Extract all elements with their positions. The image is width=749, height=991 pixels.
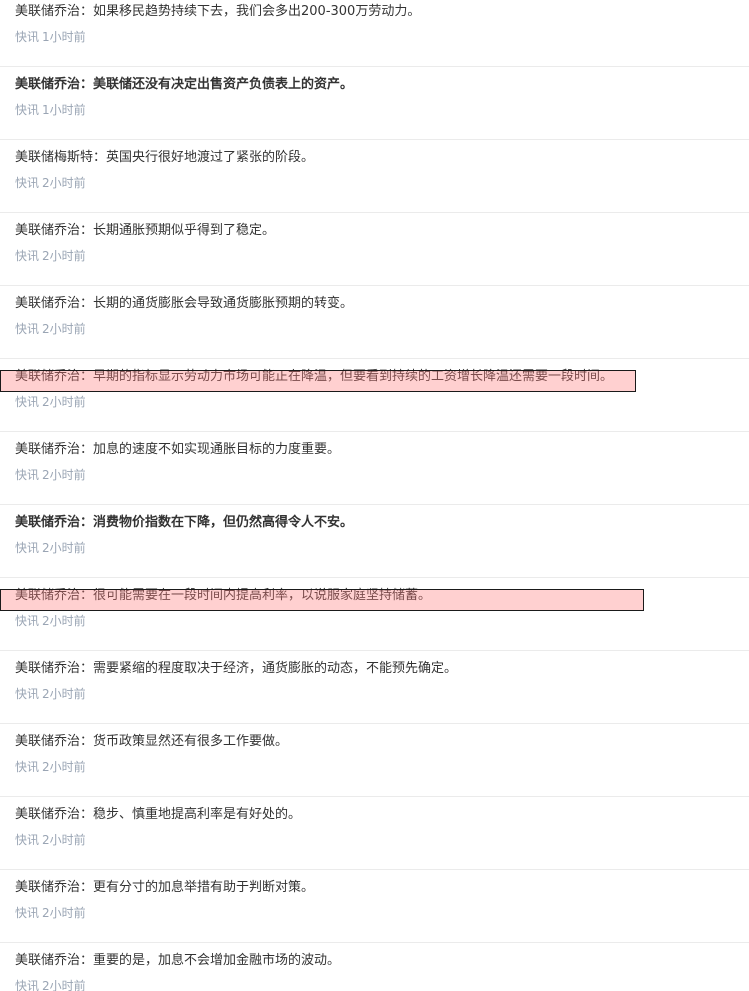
news-item: 美联储乔治：重要的是，加息不会增加金融市场的波动。 快讯 2小时前	[0, 943, 749, 991]
news-time: 2小时前	[42, 614, 86, 628]
news-headline[interactable]: 美联储梅斯特：英国央行很好地渡过了紧张的阶段。	[15, 149, 749, 167]
news-meta: 快讯 2小时前	[15, 686, 749, 702]
news-headline[interactable]: 美联储乔治：更有分寸的加息举措有助于判断对策。	[15, 879, 749, 897]
news-time: 2小时前	[42, 979, 86, 991]
news-meta: 快讯 2小时前	[15, 321, 749, 337]
news-meta: 快讯 2小时前	[15, 905, 749, 921]
news-tag: 快讯	[15, 468, 40, 482]
news-headline[interactable]: 美联储乔治：美联储还没有决定出售资产负债表上的资产。	[15, 76, 749, 94]
news-item: 美联储乔治：长期的通货膨胀会导致通货膨胀预期的转变。 快讯 2小时前	[0, 286, 749, 359]
news-meta: 快讯 2小时前	[15, 175, 749, 191]
news-meta: 快讯 1小时前	[15, 29, 749, 45]
news-meta: 快讯 2小时前	[15, 832, 749, 848]
news-meta: 快讯 2小时前	[15, 394, 749, 410]
news-time: 1小时前	[42, 103, 86, 117]
news-time: 2小时前	[42, 322, 86, 336]
news-meta: 快讯 2小时前	[15, 759, 749, 775]
news-time: 2小时前	[42, 249, 86, 263]
news-feed: 美联储乔治：如果移民趋势持续下去，我们会多出200-300万劳动力。 快讯 1小时…	[0, 0, 749, 991]
news-meta: 快讯 2小时前	[15, 613, 749, 629]
news-time: 2小时前	[42, 468, 86, 482]
news-time: 2小时前	[42, 395, 86, 409]
news-headline[interactable]: 美联储乔治：加息的速度不如实现通胀目标的力度重要。	[15, 441, 749, 459]
news-item: 美联储梅斯特：英国央行很好地渡过了紧张的阶段。 快讯 2小时前	[0, 140, 749, 213]
news-item: 美联储乔治：消费物价指数在下降，但仍然高得令人不安。 快讯 2小时前	[0, 505, 749, 578]
news-headline[interactable]: 美联储乔治：货币政策显然还有很多工作要做。	[15, 733, 749, 751]
news-time: 2小时前	[42, 833, 86, 847]
news-headline[interactable]: 美联储乔治：如果移民趋势持续下去，我们会多出200-300万劳动力。	[15, 3, 749, 21]
news-item: 美联储乔治：很可能需要在一段时间内提高利率，以说服家庭坚持储蓄。 快讯 2小时前	[0, 578, 749, 651]
news-item: 美联储乔治：早期的指标显示劳动力市场可能正在降温，但要看到持续的工资增长降温还需…	[0, 359, 749, 432]
news-time: 2小时前	[42, 906, 86, 920]
news-tag: 快讯	[15, 176, 40, 190]
news-item: 美联储乔治：长期通胀预期似乎得到了稳定。 快讯 2小时前	[0, 213, 749, 286]
news-tag: 快讯	[15, 103, 40, 117]
news-time: 2小时前	[42, 541, 86, 555]
news-tag: 快讯	[15, 395, 40, 409]
news-tag: 快讯	[15, 322, 40, 336]
news-item: 美联储乔治：货币政策显然还有很多工作要做。 快讯 2小时前	[0, 724, 749, 797]
news-tag: 快讯	[15, 760, 40, 774]
news-time: 2小时前	[42, 176, 86, 190]
news-headline[interactable]: 美联储乔治：早期的指标显示劳动力市场可能正在降温，但要看到持续的工资增长降温还需…	[15, 368, 749, 386]
news-headline[interactable]: 美联储乔治：稳步、慎重地提高利率是有好处的。	[15, 806, 749, 824]
news-meta: 快讯 1小时前	[15, 102, 749, 118]
news-tag: 快讯	[15, 687, 40, 701]
news-headline[interactable]: 美联储乔治：消费物价指数在下降，但仍然高得令人不安。	[15, 514, 749, 532]
news-item: 美联储乔治：美联储还没有决定出售资产负债表上的资产。 快讯 1小时前	[0, 67, 749, 140]
news-tag: 快讯	[15, 30, 40, 44]
news-item: 美联储乔治：稳步、慎重地提高利率是有好处的。 快讯 2小时前	[0, 797, 749, 870]
news-tag: 快讯	[15, 249, 40, 263]
news-headline[interactable]: 美联储乔治：长期的通货膨胀会导致通货膨胀预期的转变。	[15, 295, 749, 313]
news-time: 2小时前	[42, 687, 86, 701]
news-headline[interactable]: 美联储乔治：需要紧缩的程度取决于经济，通货膨胀的动态，不能预先确定。	[15, 660, 749, 678]
news-meta: 快讯 2小时前	[15, 540, 749, 556]
news-tag: 快讯	[15, 906, 40, 920]
news-tag: 快讯	[15, 979, 40, 991]
news-item: 美联储乔治：更有分寸的加息举措有助于判断对策。 快讯 2小时前	[0, 870, 749, 943]
news-tag: 快讯	[15, 614, 40, 628]
news-time: 1小时前	[42, 30, 86, 44]
news-headline[interactable]: 美联储乔治：很可能需要在一段时间内提高利率，以说服家庭坚持储蓄。	[15, 587, 749, 605]
news-headline[interactable]: 美联储乔治：重要的是，加息不会增加金融市场的波动。	[15, 952, 749, 970]
news-meta: 快讯 2小时前	[15, 978, 749, 991]
news-meta: 快讯 2小时前	[15, 467, 749, 483]
news-item: 美联储乔治：加息的速度不如实现通胀目标的力度重要。 快讯 2小时前	[0, 432, 749, 505]
news-tag: 快讯	[15, 833, 40, 847]
news-tag: 快讯	[15, 541, 40, 555]
news-item: 美联储乔治：如果移民趋势持续下去，我们会多出200-300万劳动力。 快讯 1小时…	[0, 0, 749, 67]
news-item: 美联储乔治：需要紧缩的程度取决于经济，通货膨胀的动态，不能预先确定。 快讯 2小时…	[0, 651, 749, 724]
news-headline[interactable]: 美联储乔治：长期通胀预期似乎得到了稳定。	[15, 222, 749, 240]
news-time: 2小时前	[42, 760, 86, 774]
news-meta: 快讯 2小时前	[15, 248, 749, 264]
